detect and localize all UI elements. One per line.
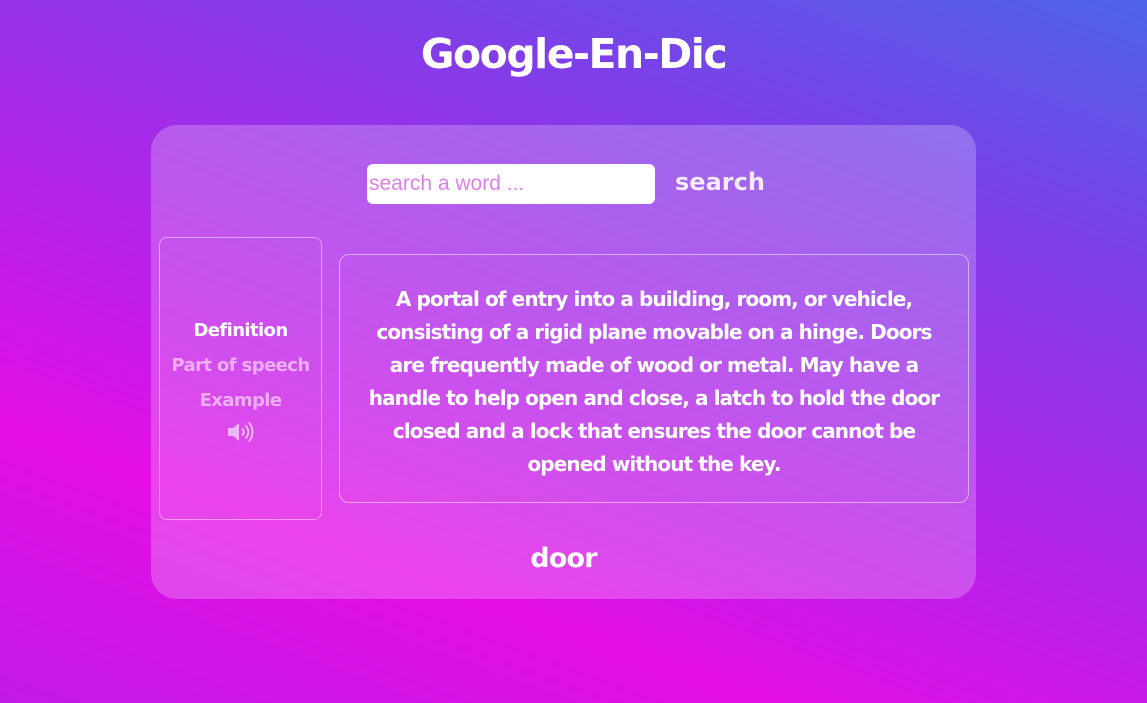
nav-item-definition[interactable]: Definition bbox=[193, 313, 288, 348]
speaker-volume-icon[interactable] bbox=[226, 420, 256, 444]
definition-text: A portal of entry into a building, room,… bbox=[368, 287, 940, 476]
search-input[interactable] bbox=[367, 164, 655, 204]
nav-item-example[interactable]: Example bbox=[200, 383, 282, 418]
searched-word: door bbox=[530, 543, 597, 574]
search-button[interactable]: search bbox=[667, 162, 773, 202]
info-nav-panel: Definition Part of speech Example bbox=[159, 237, 322, 520]
app-title: Google-En-Dic bbox=[420, 30, 728, 78]
nav-item-part-of-speech[interactable]: Part of speech bbox=[171, 348, 310, 383]
definition-box: A portal of entry into a building, room,… bbox=[339, 254, 969, 503]
dictionary-card: search Definition Part of speech Example… bbox=[151, 125, 976, 599]
